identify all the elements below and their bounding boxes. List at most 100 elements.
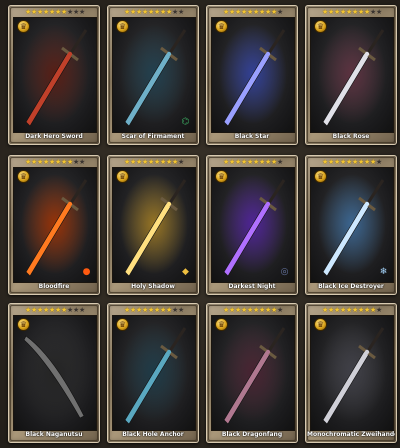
crown-emblem-icon: ♛ [215,318,228,331]
weapon-name: Monochromatic Zweihander [307,431,395,438]
sword-illustration [21,24,89,127]
star-icon: ★ [376,8,383,16]
sword-illustration [318,174,386,277]
weapon-artwork: ♛ ⌬ [112,17,196,133]
weapon-card[interactable]: ★ ★ ★ ★ ★ ★ ★ ★ ★ ★ ♛ Black Hole Anchor [107,303,199,443]
weapon-artwork: ♛ ◎ [211,167,295,283]
star-icon: ★ [79,8,86,16]
rarity-stars: ★ ★ ★ ★ ★ ★ ★ ★ ★ ★ [124,8,185,16]
weapon-name: Black Ice Destroyer [318,283,384,290]
weapon-artwork: ♛ [211,17,295,133]
weapon-gem [265,349,271,355]
void-icon: ◎ [280,267,289,277]
crown-emblem-icon: ♛ [314,318,327,331]
sword-illustration [120,322,188,425]
star-icon: ★ [277,158,284,166]
rarity-stars: ★ ★ ★ ★ ★ ★ ★ ★ ★ ★ [124,306,185,314]
weapon-gem [166,51,172,57]
crown-emblem-icon: ♛ [314,20,327,33]
weapon-artwork: ♛ [13,17,97,133]
sword-illustration [120,24,188,127]
crown-emblem-icon: ♛ [17,20,30,33]
star-icon: ★ [178,306,185,314]
crown-emblem-icon: ♛ [116,318,129,331]
sword-illustration [21,322,89,422]
rarity-stars: ★ ★ ★ ★ ★ ★ ★ ★ ★ ★ [25,8,86,16]
weapon-artwork: ♛ [310,315,394,431]
weapon-gem [67,201,73,207]
rarity-stars: ★ ★ ★ ★ ★ ★ ★ ★ ★ ★ [322,8,383,16]
weapon-gem [265,201,271,207]
sword-illustration [318,24,386,127]
rarity-stars: ★ ★ ★ ★ ★ ★ ★ ★ ★ ★ [223,8,284,16]
star-icon: ★ [79,158,86,166]
star-icon: ★ [277,8,284,16]
weapon-card[interactable]: ★ ★ ★ ★ ★ ★ ★ ★ ★ ★ ♛ Black Dragonfang [206,303,298,443]
rarity-stars: ★ ★ ★ ★ ★ ★ ★ ★ ★ ★ [223,306,284,314]
weapon-name: Holy Shadow [131,283,175,290]
weapon-name: Bloodfire [38,283,70,290]
weapon-artwork: ♛ [211,315,295,431]
crown-emblem-icon: ♛ [215,20,228,33]
weapon-artwork: ♛ ❄ [310,167,394,283]
weapon-card[interactable]: ★ ★ ★ ★ ★ ★ ★ ★ ★ ★ ♛ ◆ Holy Shadow [107,155,199,295]
sword-illustration [21,174,89,277]
crown-emblem-icon: ♛ [215,170,228,183]
weapon-gem [265,51,271,57]
weapon-card[interactable]: ★ ★ ★ ★ ★ ★ ★ ★ ★ ★ ♛ Monochromatic Zweihander [305,303,397,443]
weapon-card[interactable]: ★ ★ ★ ★ ★ ★ ★ ★ ★ ★ ♛ ❄ Black Ice Destroyer [305,155,397,295]
weapon-artwork: ♛ [112,315,196,431]
star-icon: ★ [376,306,383,314]
rarity-stars: ★ ★ ★ ★ ★ ★ ★ ★ ★ ★ [322,306,383,314]
star-icon: ★ [178,8,185,16]
sword-illustration [219,24,287,127]
crown-emblem-icon: ♛ [116,170,129,183]
weapon-card[interactable]: ★ ★ ★ ★ ★ ★ ★ ★ ★ ★ ♛ ◎ Darkest Night [206,155,298,295]
crown-emblem-icon: ♛ [116,20,129,33]
weapon-gem [364,349,370,355]
sword-illustration [219,174,287,277]
rarity-stars: ★ ★ ★ ★ ★ ★ ★ ★ ★ ★ [124,158,185,166]
weapon-gem [364,51,370,57]
weapon-gem [166,201,172,207]
ice-icon: ❄ [379,267,388,277]
weapon-name: Darkest Night [228,283,276,290]
weapon-card[interactable]: ★ ★ ★ ★ ★ ★ ★ ★ ★ ★ ♛ Black Naganutsu [8,303,100,443]
weapon-card-grid: ★ ★ ★ ★ ★ ★ ★ ★ ★ ★ ♛ Dark Hero Sword ★ ★ ★ ★ ★ ★ ★ ★ ★ ★ ♛ ⌬ Sc… [0,0,400,448]
weapon-name: Black Star [234,133,270,140]
weapon-card[interactable]: ★ ★ ★ ★ ★ ★ ★ ★ ★ ★ ♛ ● Bloodfire [8,155,100,295]
wind-icon: ⌬ [181,117,190,127]
weapon-artwork: ♛ ● [13,167,97,283]
crown-emblem-icon: ♛ [17,170,30,183]
fire-icon: ● [82,267,91,277]
weapon-name: Black Naganutsu [25,431,83,438]
rarity-stars: ★ ★ ★ ★ ★ ★ ★ ★ ★ ★ [25,158,86,166]
crown-emblem-icon: ♛ [314,170,327,183]
star-icon: ★ [277,306,284,314]
star-icon: ★ [178,158,185,166]
star-icon: ★ [376,158,383,166]
rarity-stars: ★ ★ ★ ★ ★ ★ ★ ★ ★ ★ [322,158,383,166]
rarity-stars: ★ ★ ★ ★ ★ ★ ★ ★ ★ ★ [25,306,86,314]
sword-illustration [120,174,188,277]
weapon-name: Black Rose [332,133,370,140]
weapon-gem [67,51,73,57]
weapon-name: Black Dragonfang [221,431,283,438]
weapon-card[interactable]: ★ ★ ★ ★ ★ ★ ★ ★ ★ ★ ♛ ⌬ Scar of Firmament [107,5,199,145]
rarity-stars: ★ ★ ★ ★ ★ ★ ★ ★ ★ ★ [223,158,284,166]
crown-emblem-icon: ♛ [17,318,30,331]
weapon-name: Black Hole Anchor [122,431,184,438]
sword-illustration [219,322,287,425]
star-icon: ★ [79,306,86,314]
weapon-card[interactable]: ★ ★ ★ ★ ★ ★ ★ ★ ★ ★ ♛ Black Star [206,5,298,145]
weapon-card[interactable]: ★ ★ ★ ★ ★ ★ ★ ★ ★ ★ ♛ Dark Hero Sword [8,5,100,145]
weapon-gem [166,349,172,355]
weapon-artwork: ♛ [310,17,394,133]
weapon-name: Dark Hero Sword [25,133,83,140]
weapon-card[interactable]: ★ ★ ★ ★ ★ ★ ★ ★ ★ ★ ♛ Black Rose [305,5,397,145]
weapon-gem [364,201,370,207]
light-icon: ◆ [182,267,189,277]
sword-illustration [318,322,386,425]
weapon-name: Scar of Firmament [121,133,185,140]
weapon-artwork: ♛ [13,315,97,431]
